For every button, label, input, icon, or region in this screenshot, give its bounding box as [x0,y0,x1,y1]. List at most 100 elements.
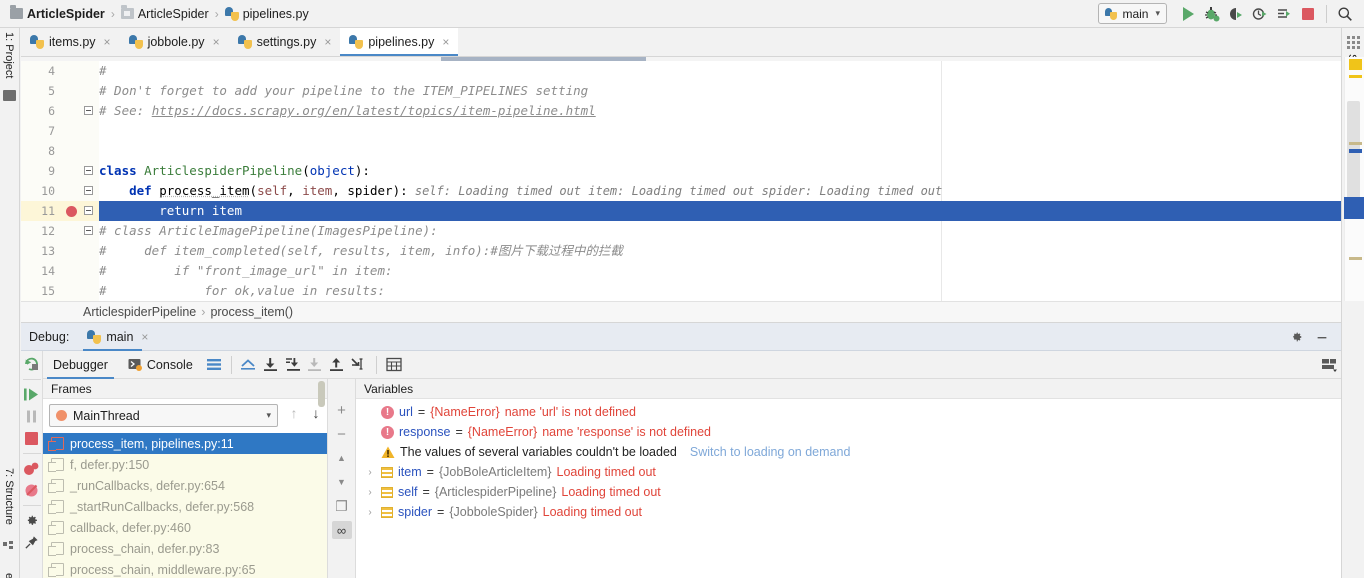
marker-change[interactable] [1349,257,1362,260]
fold-gutter-row[interactable] [81,141,99,161]
editor-fold-gutter[interactable] [81,61,99,301]
gutter-row[interactable]: 12 [21,221,81,241]
code-content[interactable]: # # Don't forget to add your pipeline to … [99,61,1341,301]
marker-execution-line[interactable] [1344,197,1364,219]
switch-to-loading-on-demand-link[interactable]: Switch to loading on demand [690,445,851,459]
frame-row[interactable]: callback, defer.py:460 [43,517,327,538]
tab-console[interactable]: Console [118,351,203,379]
editor-tab-pipelines[interactable]: pipelines.py × [340,28,458,56]
debug-session-tab-main[interactable]: main × [81,323,154,351]
watches-toggle-button[interactable]: ∞ [332,521,352,539]
debug-button[interactable] [1201,3,1223,25]
show-execution-point-icon[interactable] [238,354,260,376]
stop-icon[interactable] [24,431,39,446]
breadcrumb-class[interactable]: ArticlespiderPipeline [83,305,196,319]
fold-toggle-icon[interactable] [84,166,93,175]
add-watch-button[interactable]: + [332,401,352,419]
code-line[interactable]: class ArticlespiderPipeline(object): [99,161,1341,181]
profile-button[interactable] [1249,3,1271,25]
gutter-row[interactable]: 7 [21,121,81,141]
gutter-row[interactable]: 4 [21,61,81,81]
attach-to-process-button[interactable] [1273,3,1295,25]
sidebar-item-structure[interactable]: 7: Structure [3,468,15,528]
fold-gutter-row[interactable] [81,261,99,281]
code-line[interactable]: # [99,61,1341,81]
fold-gutter-row[interactable] [81,81,99,101]
close-icon[interactable]: × [141,330,148,344]
fold-toggle-icon[interactable] [84,206,93,215]
code-line[interactable]: # Don't forget to add your pipeline to t… [99,81,1341,101]
gutter-row[interactable]: 9 [21,161,81,181]
code-line[interactable]: return item [99,201,1341,221]
fold-gutter-row[interactable] [81,241,99,261]
run-with-coverage-button[interactable] [1225,3,1247,25]
step-into-icon[interactable] [282,354,304,376]
variable-row[interactable]: ! response = {NameError} name 'response' i… [356,422,1341,442]
code-line[interactable]: # def item_completed(self, results, item… [99,241,1341,261]
expand-chevron-icon[interactable]: › [364,507,376,518]
project-folder-icon[interactable] [3,90,16,101]
rerun-icon[interactable] [23,355,40,372]
sidebar-item-project[interactable]: 1: Project [3,32,15,81]
stop-button[interactable] [1297,3,1319,25]
close-icon[interactable]: × [324,35,331,49]
breadcrumb-item-file[interactable]: pipelines.py [225,7,309,21]
run-to-cursor-icon[interactable] [348,354,370,376]
expand-chevron-icon[interactable]: › [364,487,376,498]
code-line[interactable] [99,141,1341,161]
fold-toggle-icon[interactable] [84,106,93,115]
gear-icon[interactable] [1289,330,1303,344]
breadcrumb-method[interactable]: process_item() [210,305,293,319]
fold-toggle-icon[interactable] [84,186,93,195]
code-line[interactable] [99,121,1341,141]
marker-warning[interactable] [1349,59,1362,70]
gutter-row[interactable]: 10 [21,181,81,201]
thread-selector[interactable]: MainThread ▾ [49,404,278,427]
marker-caret[interactable] [1349,149,1362,153]
gutter-row[interactable]: 5 [21,81,81,101]
breadcrumb-item-module[interactable]: ArticleSpider [121,7,209,21]
frame-row[interactable]: process_item, pipelines.py:11 [43,433,327,454]
tab-debugger[interactable]: Debugger [43,351,118,379]
mute-breakpoints-icon[interactable] [24,483,40,498]
sidebar-item-favorites[interactable]: es [3,573,15,578]
sciview-icon[interactable] [1347,36,1360,49]
debug-layout-icon[interactable] [1317,351,1341,379]
frame-row[interactable]: _startRunCallbacks, defer.py:568 [43,496,327,517]
structure-icon[interactable] [3,541,15,553]
minimize-icon[interactable] [1315,330,1329,344]
editor-tab-jobbole[interactable]: jobbole.py × [120,28,229,56]
gutter-row[interactable]: 11 [21,201,81,221]
fold-gutter-row[interactable] [81,181,99,201]
remove-watch-button[interactable]: − [332,425,352,443]
fold-gutter-row[interactable] [81,101,99,121]
move-up-button[interactable]: ▲ [332,449,352,467]
breakpoint-icon[interactable] [66,206,77,217]
code-line[interactable]: # class ArticleImagePipeline(ImagesPipel… [99,221,1341,241]
settings-icon[interactable] [24,513,39,528]
variables-list[interactable]: ! url = {NameError} name 'url' is not defi… [356,399,1341,522]
fold-gutter-row[interactable] [81,221,99,241]
code-line[interactable]: # if "front_image_url" in item: [99,261,1341,281]
layout-settings-icon[interactable] [203,354,225,376]
close-icon[interactable]: × [213,35,220,49]
run-button[interactable] [1177,3,1199,25]
variable-row[interactable]: The values of several variables couldn't… [356,442,1341,462]
gutter-row[interactable]: 14 [21,261,81,281]
fold-gutter-row[interactable] [81,161,99,181]
frame-row[interactable]: f, defer.py:150 [43,454,327,475]
step-out-icon[interactable] [326,354,348,376]
frames-list[interactable]: process_item, pipelines.py:11 f, defer.py… [43,433,327,578]
frame-row[interactable]: process_chain, defer.py:83 [43,538,327,559]
frames-scrollbar-thumb[interactable] [318,381,325,407]
search-icon[interactable] [1334,3,1356,25]
pin-icon[interactable] [24,535,39,550]
step-over-icon[interactable] [260,354,282,376]
editor-gutter[interactable]: 45678910111213141516 [21,61,81,301]
view-breakpoints-icon[interactable] [23,461,40,476]
code-editor[interactable]: 45678910111213141516 ## Don't forget to … [21,57,1341,301]
evaluate-expression-icon[interactable] [383,354,405,376]
variable-row[interactable]: › self = {ArticlespiderPipeline} Loading t… [356,482,1341,502]
gutter-row[interactable]: 6 [21,101,81,121]
marker-warning[interactable] [1349,75,1362,78]
